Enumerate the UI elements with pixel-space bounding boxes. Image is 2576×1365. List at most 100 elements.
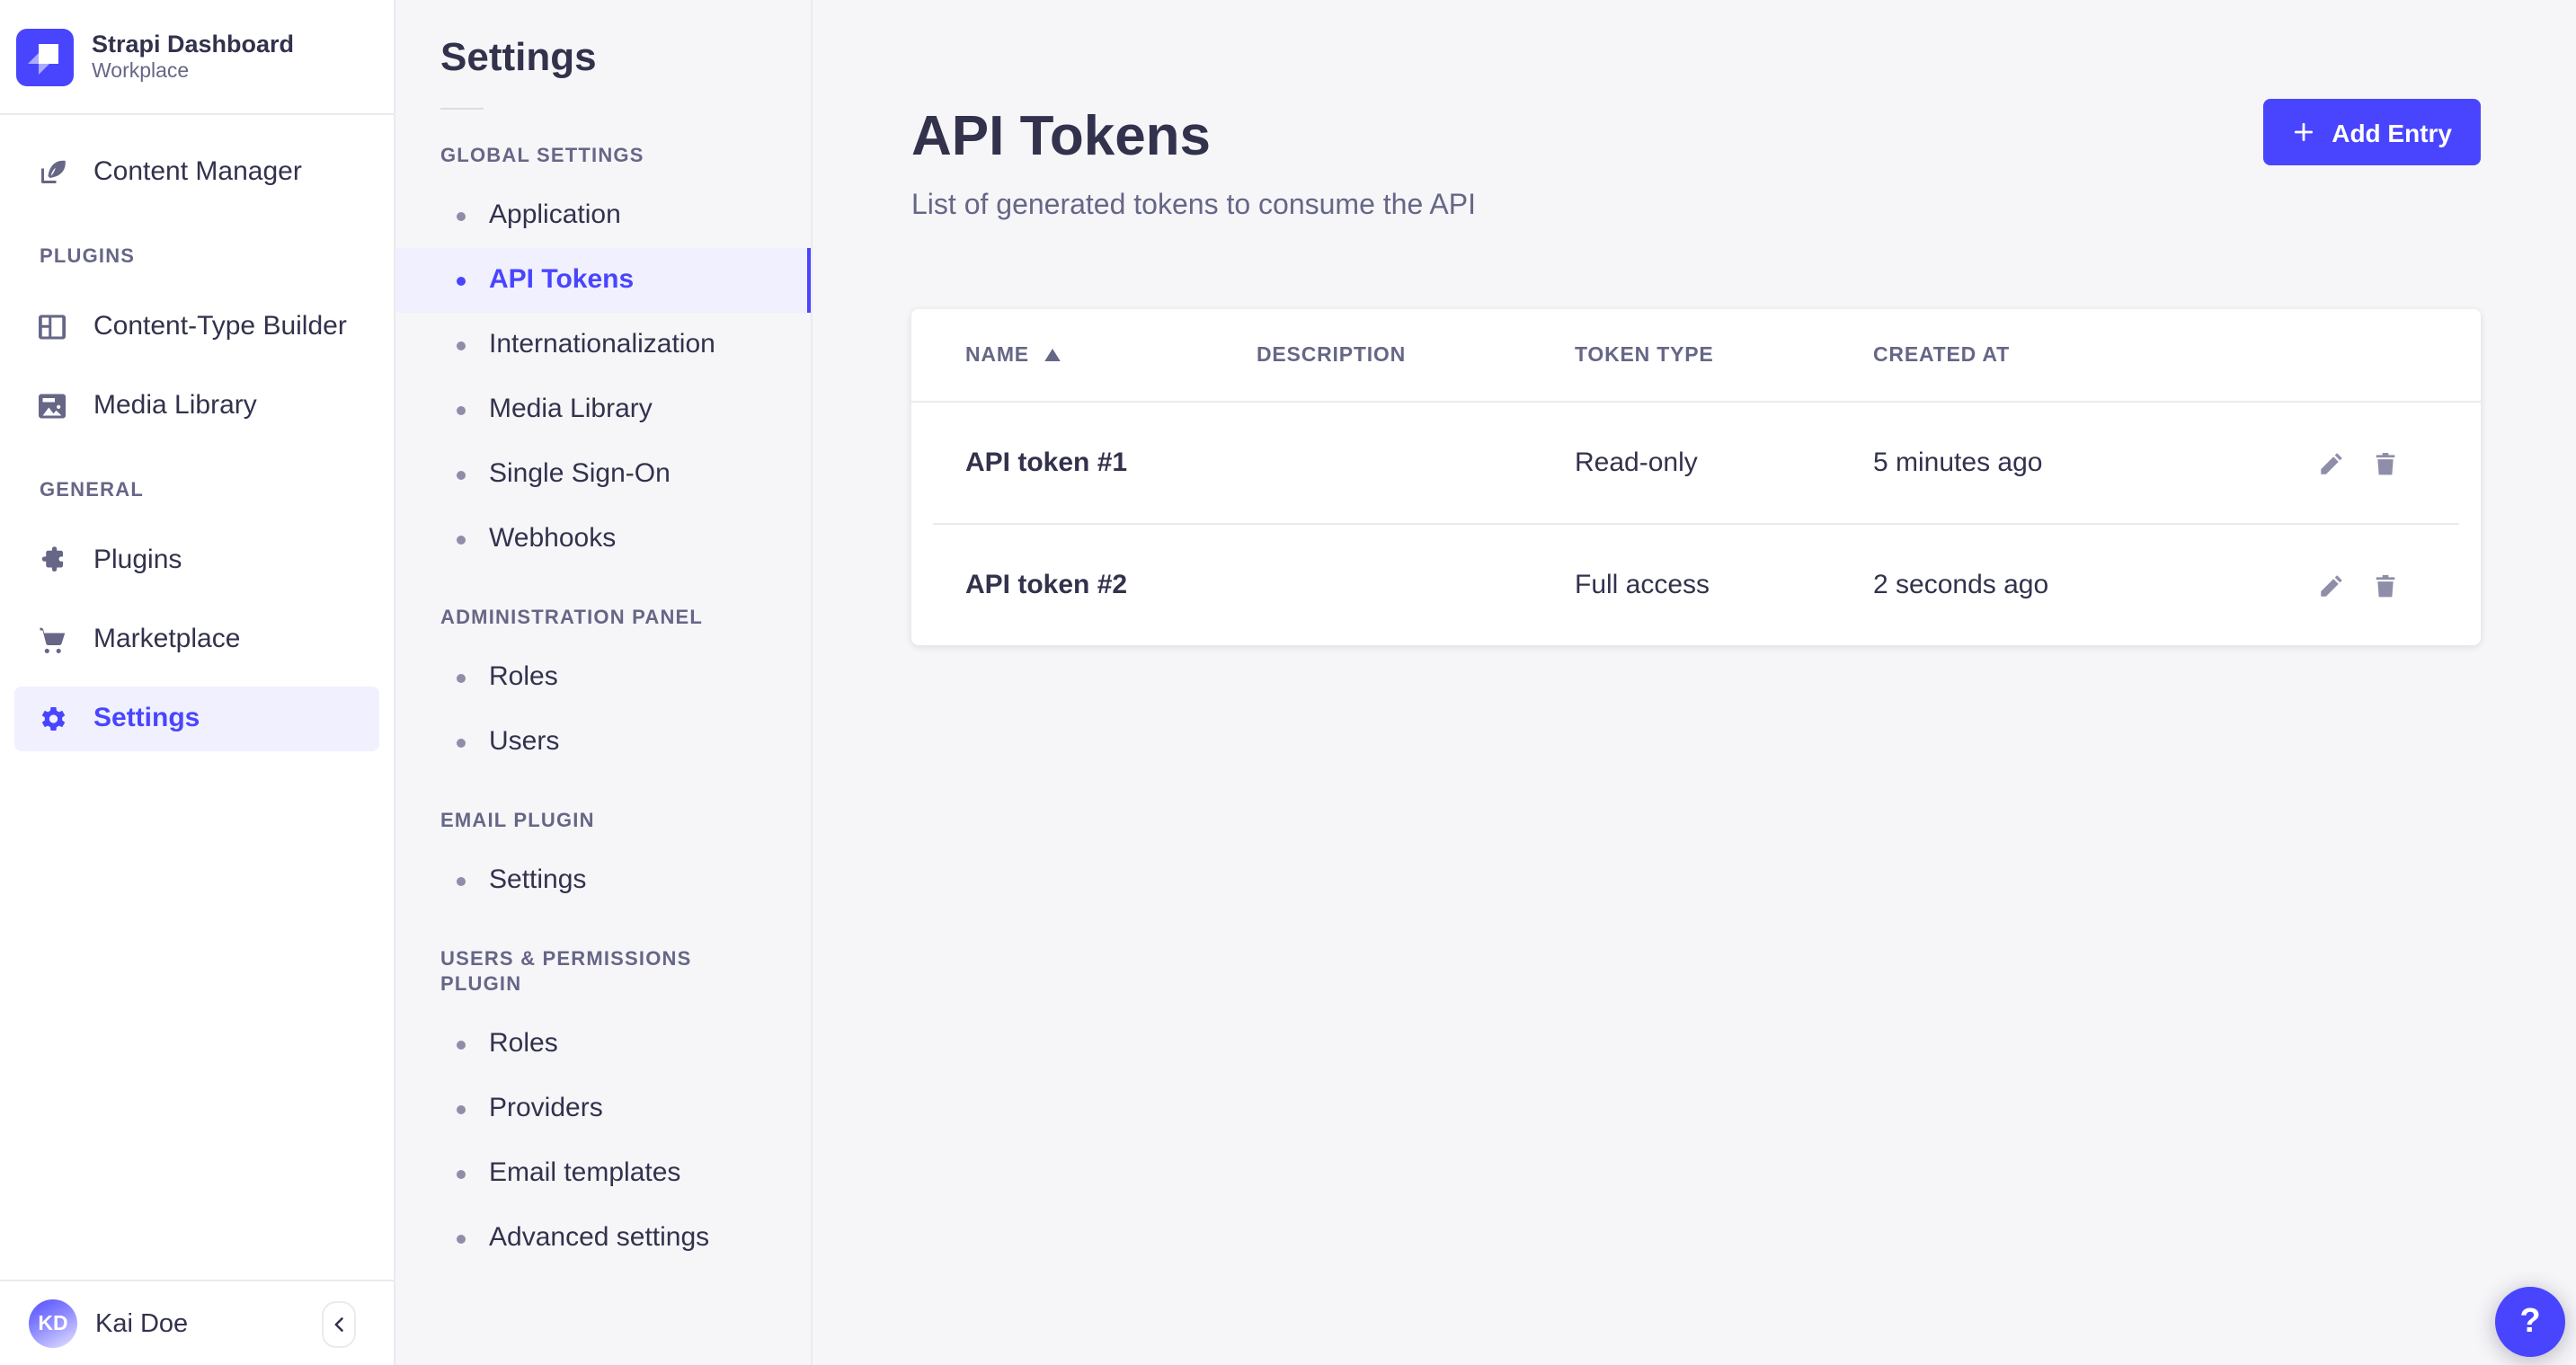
page-title: API Tokens — [911, 104, 1476, 169]
chevron-left-icon — [330, 1315, 348, 1333]
bullet-dot — [457, 276, 466, 285]
workspace-header[interactable]: Strapi Dashboard Workplace — [0, 0, 394, 115]
sidebar-item-label: Media Library — [93, 390, 257, 422]
workspace-environment: Workplace — [92, 58, 294, 84]
column-header-created-at: CREATED AT — [1873, 344, 2315, 366]
settings-subnav-title: Settings — [440, 32, 811, 83]
settings-item-label: Users — [489, 726, 559, 758]
layout-grid-icon — [36, 311, 68, 343]
delete-button[interactable] — [2369, 570, 2400, 600]
settings-item-internationalization[interactable]: Internationalization — [395, 313, 811, 377]
bullet-dot — [457, 405, 466, 414]
table-header-row: NAME DESCRIPTION TOKEN TYPE CREATED AT — [911, 309, 2481, 403]
sidebar-nav: Content Manager PLUGINS Content-Type Bui… — [0, 115, 394, 1280]
api-tokens-table: NAME DESCRIPTION TOKEN TYPE CREATED AT A — [911, 309, 2481, 645]
pencil-icon — [2316, 448, 2345, 477]
help-button[interactable]: ? — [2495, 1287, 2565, 1357]
settings-section-users-permissions: USERS & PERMISSIONS PLUGIN — [440, 947, 766, 997]
column-header-label: NAME — [965, 344, 1029, 366]
sidebar-item-content-manager[interactable]: Content Manager — [14, 140, 379, 205]
column-header-name[interactable]: NAME — [965, 344, 1257, 366]
screen: Strapi Dashboard Workplace Content Manag… — [0, 0, 2576, 1365]
settings-item-label: API Tokens — [489, 264, 634, 297]
bullet-dot — [457, 738, 466, 747]
settings-item-api-tokens[interactable]: API Tokens — [395, 248, 811, 313]
user-name: Kai Doe — [95, 1309, 188, 1338]
delete-button[interactable] — [2369, 448, 2400, 478]
settings-item-label: Advanced settings — [489, 1222, 709, 1254]
column-header-token-type: TOKEN TYPE — [1575, 344, 1873, 366]
sort-ascending-icon — [1045, 349, 1061, 361]
token-name: API token #2 — [965, 570, 1257, 600]
settings-item-providers[interactable]: Providers — [395, 1077, 811, 1141]
strapi-logo-icon — [16, 28, 74, 85]
bullet-dot — [457, 341, 466, 350]
collapse-sidebar-button[interactable] — [322, 1300, 356, 1347]
trash-icon — [2370, 571, 2399, 599]
bullet-dot — [457, 1234, 466, 1243]
bullet-dot — [457, 876, 466, 885]
sidebar-item-label: Plugins — [93, 545, 182, 577]
settings-item-media-library[interactable]: Media Library — [395, 377, 811, 442]
puzzle-icon — [36, 545, 68, 577]
edit-button[interactable] — [2315, 570, 2346, 600]
bullet-dot — [457, 535, 466, 544]
trash-icon — [2370, 448, 2399, 477]
question-mark-icon: ? — [2519, 1302, 2540, 1342]
settings-item-admin-users[interactable]: Users — [395, 710, 811, 775]
column-header-label: TOKEN TYPE — [1575, 344, 1714, 366]
sidebar-item-plugins[interactable]: Plugins — [14, 528, 379, 593]
settings-item-webhooks[interactable]: Webhooks — [395, 507, 811, 572]
pencil-icon — [2316, 571, 2345, 599]
page-header-text: API Tokens List of generated tokens to c… — [911, 104, 1476, 226]
sidebar-item-media-library[interactable]: Media Library — [14, 374, 379, 439]
settings-item-email-templates[interactable]: Email templates — [395, 1141, 811, 1206]
avatar[interactable]: KD — [29, 1299, 77, 1348]
settings-item-admin-roles[interactable]: Roles — [395, 645, 811, 710]
settings-item-label: Email templates — [489, 1157, 680, 1190]
settings-item-advanced-settings[interactable]: Advanced settings — [395, 1206, 811, 1271]
sidebar-item-marketplace[interactable]: Marketplace — [14, 607, 379, 672]
token-name: API token #1 — [965, 448, 1257, 478]
settings-item-label: Media Library — [489, 394, 653, 426]
table-row[interactable]: API token #1 Read-only 5 minutes ago — [911, 403, 2481, 523]
strapi-admin-app: Strapi Dashboard Workplace Content Manag… — [0, 0, 2576, 1365]
settings-item-label: Settings — [489, 864, 586, 897]
bullet-dot — [457, 1169, 466, 1178]
gear-icon — [36, 703, 68, 735]
table-row[interactable]: API token #2 Full access 2 seconds ago — [911, 525, 2481, 645]
token-type: Read-only — [1575, 448, 1873, 478]
add-entry-button[interactable]: Add Entry — [2263, 99, 2481, 165]
sidebar-item-settings[interactable]: Settings — [14, 687, 379, 751]
settings-item-up-roles[interactable]: Roles — [395, 1012, 811, 1077]
settings-subnav: Settings GLOBAL SETTINGS Application API… — [395, 0, 813, 1365]
row-actions — [2315, 570, 2481, 600]
bullet-dot — [457, 1040, 466, 1049]
bullet-dot — [457, 673, 466, 682]
sidebar-item-label: Marketplace — [93, 624, 240, 656]
sidebar-item-content-type-builder[interactable]: Content-Type Builder — [14, 295, 379, 359]
token-created-at: 5 minutes ago — [1873, 448, 2315, 478]
feather-pen-icon — [36, 156, 68, 189]
token-type: Full access — [1575, 570, 1873, 600]
settings-item-label: Application — [489, 199, 621, 232]
settings-item-label: Roles — [489, 661, 558, 694]
settings-item-label: Webhooks — [489, 523, 616, 555]
settings-item-single-sign-on[interactable]: Single Sign-On — [395, 442, 811, 507]
settings-item-application[interactable]: Application — [395, 183, 811, 248]
bullet-dot — [457, 1104, 466, 1113]
sidebar-item-label: Settings — [93, 703, 200, 735]
settings-section-global: GLOBAL SETTINGS — [440, 144, 766, 169]
workspace-name: Strapi Dashboard — [92, 30, 294, 58]
bullet-dot — [457, 470, 466, 479]
divider — [440, 108, 484, 110]
main-content: API Tokens List of generated tokens to c… — [813, 0, 2576, 1365]
settings-item-email-settings[interactable]: Settings — [395, 848, 811, 913]
column-header-label: DESCRIPTION — [1257, 344, 1406, 366]
settings-item-label: Single Sign-On — [489, 458, 671, 491]
sidebar-footer: KD Kai Doe — [0, 1280, 394, 1365]
page-subtitle: List of generated tokens to consume the … — [911, 187, 1476, 226]
column-header-label: CREATED AT — [1873, 344, 2010, 366]
token-created-at: 2 seconds ago — [1873, 570, 2315, 600]
edit-button[interactable] — [2315, 448, 2346, 478]
